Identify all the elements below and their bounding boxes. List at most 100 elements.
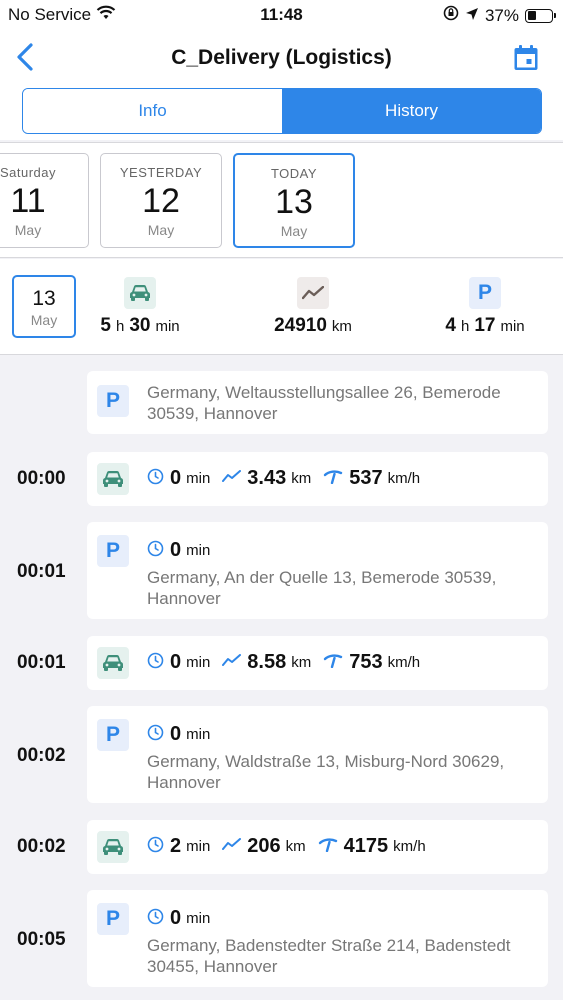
parking-card[interactable]: P 0 min Germany, Waldstraße 13, Misburg-N… <box>87 706 548 803</box>
clock-icon <box>147 468 170 490</box>
date-card-yesterday[interactable]: YESTERDAY 12 May <box>100 153 222 248</box>
clock-icon <box>147 652 170 674</box>
speed-value: 753 <box>349 651 383 673</box>
date-card-month: May <box>147 222 175 238</box>
duration-unit: min <box>186 838 211 855</box>
duration-value: 0 <box>170 907 182 929</box>
duration-unit: min <box>186 542 211 559</box>
entry-time: 00:05 <box>17 929 66 950</box>
duration-unit: min <box>186 910 211 927</box>
duration-value: 2 <box>170 835 182 857</box>
parking-card[interactable]: P 0 min Germany, An der Quelle 13, Bemero… <box>87 522 548 619</box>
calendar-icon[interactable] <box>513 44 539 77</box>
speed-unit: km/h <box>387 654 421 671</box>
entry-time: 00:02 <box>17 836 66 857</box>
driving-card[interactable]: 0 min 8.58 km 753 km/h <box>87 636 548 690</box>
driving-card[interactable]: 0 min 3.43 km 537 km/h <box>87 452 548 506</box>
speed-unit: km/h <box>387 470 421 487</box>
parking-card[interactable]: P Germany, Weltausstellungsallee 26, Bem… <box>87 371 548 434</box>
drive-minutes: 30 <box>129 315 151 336</box>
entry-time: 00:02 <box>17 745 66 766</box>
entry-time: 00:01 <box>17 561 66 582</box>
day-summary: 13 May 5 h 30 min 24910 km P 4 h 17 min <box>0 259 563 355</box>
car-icon <box>97 647 129 679</box>
status-bar: No Service 11:48 37% <box>0 0 563 30</box>
car-icon <box>97 831 129 863</box>
date-card-month: May <box>280 223 308 239</box>
entry-time: 00:00 <box>17 468 66 489</box>
date-card-month: May <box>14 222 42 238</box>
trend-icon <box>297 277 329 309</box>
duration-unit: min <box>186 654 211 671</box>
speedometer-icon <box>323 468 349 489</box>
entry-time: 00:01 <box>17 652 66 673</box>
duration-value: 0 <box>170 539 182 561</box>
speed-value: 537 <box>349 467 383 489</box>
battery-icon <box>525 8 556 23</box>
date-card-day: 11 <box>10 182 46 220</box>
date-card-weekday: Saturday <box>0 165 57 180</box>
car-icon <box>97 463 129 495</box>
trend-icon <box>222 837 247 856</box>
park-hours-unit: h <box>460 318 470 335</box>
duration-unit: min <box>186 726 211 743</box>
parking-icon: P <box>469 277 501 309</box>
tab-history[interactable]: History <box>282 89 541 133</box>
parking-address: Germany, Waldstraße 13, Misburg-Nord 306… <box>147 752 505 792</box>
summary-date-badge: 13 May <box>12 275 76 338</box>
distance-unit: km <box>285 838 306 855</box>
parking-address: Germany, Badenstedter Straße 214, Badens… <box>147 936 511 976</box>
distance-value: 8.58 <box>247 651 287 673</box>
drive-hours-unit: h <box>115 318 125 335</box>
parking-address: Germany, Weltausstellungsallee 26, Bemer… <box>147 383 501 423</box>
driving-time-stat: 5 h 30 min <box>92 277 188 337</box>
parking-icon: P <box>97 385 129 417</box>
date-card-day: 12 <box>142 182 180 220</box>
date-card-weekday: YESTERDAY <box>119 165 203 180</box>
parking-icon: P <box>97 903 129 935</box>
distance-unit: km <box>331 318 352 335</box>
car-icon <box>124 277 156 309</box>
date-card-today[interactable]: TODAY 13 May <box>233 153 355 248</box>
summary-month: May <box>30 312 58 328</box>
tab-bar: Info History <box>0 86 563 140</box>
speed-value: 4175 <box>343 835 389 857</box>
segmented-control: Info History <box>22 88 542 134</box>
park-minutes-unit: min <box>500 318 525 335</box>
duration-value: 0 <box>170 467 182 489</box>
location-arrow-icon <box>465 6 479 26</box>
trend-icon <box>222 653 247 672</box>
distance-value: 3.43 <box>247 467 287 489</box>
parking-icon: P <box>97 535 129 567</box>
distance-value: 206 <box>247 835 281 857</box>
navigation-bar: C_Delivery (Logistics) <box>0 30 563 86</box>
speedometer-icon <box>318 836 344 857</box>
park-minutes: 17 <box>474 315 496 336</box>
parking-address: Germany, An der Quelle 13, Bemerode 3053… <box>147 568 497 608</box>
battery-percent: 37% <box>484 5 519 25</box>
duration-value: 0 <box>170 651 182 673</box>
duration-value: 0 <box>170 723 182 745</box>
summary-day: 13 <box>32 287 56 310</box>
page-title: C_Delivery (Logistics) <box>171 46 392 69</box>
driving-card[interactable]: 2 min 206 km 4175 km/h <box>87 820 548 874</box>
parking-card[interactable]: P 0 min Germany, Badenstedter Straße 214,… <box>87 890 548 987</box>
speed-unit: km/h <box>393 838 426 855</box>
distance-stat: 24910 km <box>258 277 368 337</box>
clock-icon <box>147 836 170 858</box>
distance-unit: km <box>291 470 312 487</box>
trend-icon <box>222 469 247 488</box>
tab-info[interactable]: Info <box>23 89 282 133</box>
date-strip[interactable]: Saturday 11 May YESTERDAY 12 May TODAY 1… <box>0 142 563 258</box>
parking-icon: P <box>97 719 129 751</box>
parking-time-stat: P 4 h 17 min <box>437 277 533 337</box>
drive-minutes-unit: min <box>155 318 180 335</box>
clock-icon <box>147 540 170 562</box>
date-card-saturday[interactable]: Saturday 11 May <box>0 153 89 248</box>
date-card-day: 13 <box>275 183 313 221</box>
total-distance: 24910 <box>274 315 327 336</box>
duration-unit: min <box>186 470 211 487</box>
orientation-lock-icon <box>443 5 459 26</box>
clock-icon <box>147 724 170 746</box>
distance-unit: km <box>291 654 312 671</box>
